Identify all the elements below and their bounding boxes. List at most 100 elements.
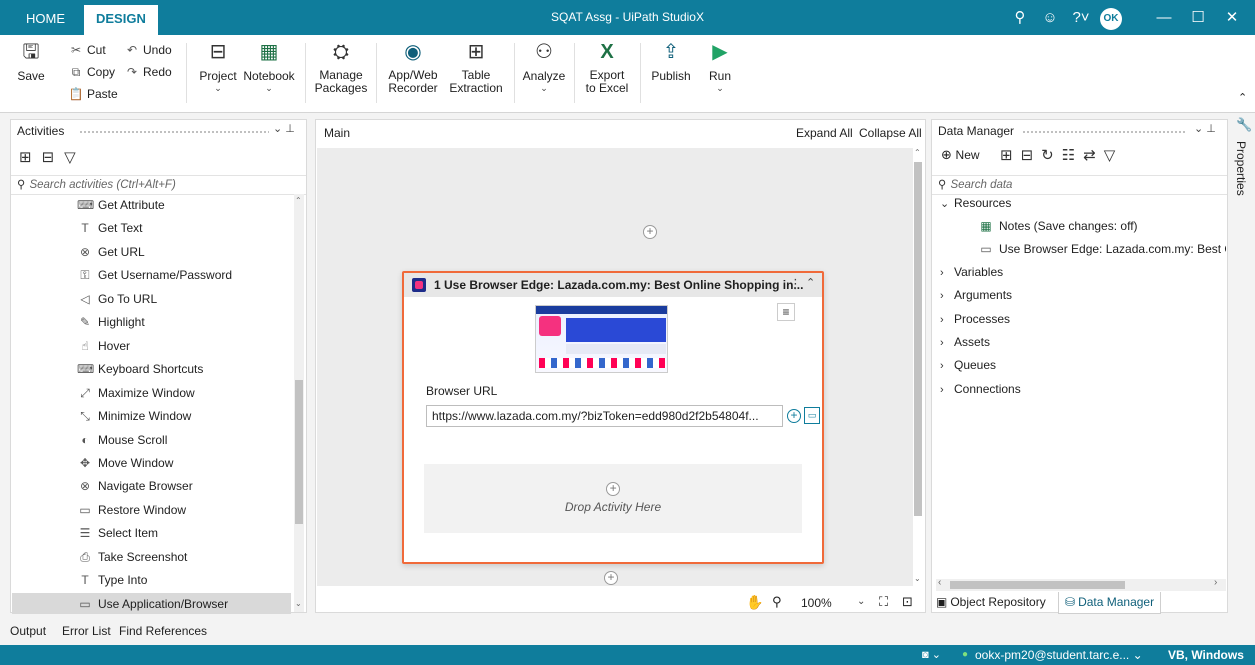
collapse-ribbon-icon[interactable]: ⌃ [1238,91,1247,104]
tab-error-list[interactable]: Error List [62,624,111,638]
publish-button[interactable]: ⇪ Publish [646,39,696,83]
tree-processes[interactable]: › Processes [940,308,1010,330]
panel-options-icon[interactable]: ⌄ ⊥ [1194,122,1216,135]
tree-resource-notes[interactable]: ▦ Notes (Save changes: off) [978,215,1137,237]
tab-object-repository[interactable]: ▣ Object Repository [936,595,1046,609]
activities-search[interactable]: ⚲ Search activities (Ctrl+Alt+F) [11,175,306,195]
activity-item[interactable]: ◁ Go To URL [77,288,157,310]
run-button[interactable]: ▶ Run ⌄ [704,39,736,93]
activity-item[interactable]: ⤡ Minimize Window [77,405,191,427]
undo-button[interactable]: ↶ Undo [124,43,172,57]
add-activity-icon[interactable]: + [643,225,657,239]
refresh-icon[interactable]: ↻ [1041,147,1062,164]
tree-resource-browser[interactable]: ▭ Use Browser Edge: Lazada.com.my: Best O… [978,238,1226,260]
zoom-level[interactable]: 100% [801,596,832,610]
minimize-icon[interactable]: — [1154,8,1174,28]
close-icon[interactable]: ✕ [1222,8,1242,28]
orchestrator-icon[interactable]: ◙ ⌄ [922,645,941,665]
open-browser-picker-icon[interactable]: ▭ [804,407,820,424]
analyze-button[interactable]: ⚇ Analyze ⌄ [520,39,568,93]
activity-item[interactable]: ✥ Move Window [77,452,173,474]
activity-item[interactable]: ⊗ Get URL [77,241,145,263]
overview-map-icon[interactable]: ⊡ [902,594,913,610]
scroll-up-icon[interactable]: ⌃ [914,148,921,157]
data-search-input[interactable]: Search data [950,179,1012,191]
activity-item[interactable]: ☝ Hover [77,335,130,357]
scroll-right-icon[interactable]: › [1214,577,1217,588]
activity-item[interactable]: ▭ Restore Window [77,499,186,521]
new-data-button[interactable]: ⊕ New [941,147,980,163]
properties-label[interactable]: Properties [1234,141,1248,196]
tab-find-references[interactable]: Find References [119,624,207,638]
designer-tab-main[interactable]: Main [324,126,350,140]
activity-item[interactable]: ⚿ Get Username/Password [77,264,232,286]
activity-item[interactable]: ⤢ Maximize Window [77,382,195,404]
collapse-all-link[interactable]: Collapse All [859,126,922,140]
chevron-down-icon[interactable]: ⌄ [857,596,865,607]
cut-button[interactable]: ✂ Cut [68,43,106,57]
scroll-thumb[interactable] [950,581,1125,589]
expand-all-icon[interactable]: ⊞ [19,149,42,166]
activities-scrollbar[interactable]: ⌃ ⌄ [294,194,304,612]
scroll-thumb[interactable] [914,162,922,516]
activity-item[interactable]: ✎ Highlight [77,311,145,333]
panel-options-icon[interactable]: ⌄ ⊥ [273,122,295,135]
menu-icon[interactable]: ≡ [777,303,795,321]
activity-item[interactable]: ⊗ Navigate Browser [77,475,193,497]
tree-assets[interactable]: › Assets [940,331,990,353]
swap-icon[interactable]: ⇄ [1083,147,1104,164]
add-activity-icon[interactable]: + [606,482,620,496]
scroll-down-icon[interactable]: ⌄ [295,599,302,608]
scroll-down-icon[interactable]: ⌄ [914,574,921,583]
activity-item[interactable]: ⌨ Keyboard Shortcuts [77,358,203,380]
tree-arguments[interactable]: › Arguments [940,284,1012,306]
more-options-icon[interactable]: ⋮ [789,276,802,292]
paste-button[interactable]: 📋 Paste [68,87,118,101]
save-button[interactable]: 🖫 Save [14,39,48,83]
collapse-all-icon[interactable]: ⊟ [42,149,65,166]
copy-button[interactable]: ⧉ Copy [68,65,115,80]
account-status[interactable]: ookx-pm20@student.tarc.e... ⌄ [975,645,1143,665]
activity-item[interactable]: ▭ Use Application/Browser [12,592,291,614]
tab-output[interactable]: Output [10,624,46,638]
activity-item[interactable]: ⎙ Take Screenshot [77,546,187,568]
tab-home[interactable]: HOME [14,5,77,35]
sort-icon[interactable]: ☷ [1062,147,1083,164]
tab-design[interactable]: DESIGN [84,5,158,35]
expand-all-link[interactable]: Expand All [796,126,853,140]
activity-item[interactable]: ☰ Select Item [77,522,158,544]
avatar[interactable]: OK [1100,8,1122,30]
pan-hand-icon[interactable]: ✋ [746,594,763,611]
zoom-icon[interactable]: ⚲ [772,594,782,610]
redo-button[interactable]: ↷ Redo [124,65,172,79]
tab-data-manager[interactable]: ⛁ Data Manager [1058,592,1162,614]
activity-item[interactable]: T Type Into [77,569,147,591]
scroll-up-icon[interactable]: ⌃ [295,196,302,205]
expand-all-icon[interactable]: ⊞ [1000,147,1021,164]
tree-resources[interactable]: ⌄ Resources [940,192,1011,214]
export-to-excel-button[interactable]: X Export to Excel [582,39,632,95]
tree-queues[interactable]: › Queues [940,354,996,376]
filter-icon[interactable]: ▽ [1104,147,1124,164]
activity-item[interactable]: T Get Text [77,217,142,239]
search-icon[interactable]: ⚲ [1010,8,1030,28]
project-button[interactable]: ⊟ Project ⌄ [196,39,240,93]
app-web-recorder-button[interactable]: ◉ App/Web Recorder [384,39,442,95]
collapse-card-icon[interactable]: ⌃ [806,276,815,289]
add-activity-icon[interactable]: + [604,571,618,585]
tree-variables[interactable]: › Variables [940,261,1003,283]
scroll-left-icon[interactable]: ‹ [938,577,941,588]
fit-to-screen-icon[interactable]: ⛶ [879,594,888,610]
card-header[interactable]: 1 Use Browser Edge: Lazada.com.my: Best … [404,273,822,297]
data-manager-hscrollbar[interactable]: ‹ › [936,577,1226,591]
manage-packages-button[interactable]: ⛭ Manage Packages [312,39,370,95]
tree-connections[interactable]: › Connections [940,378,1021,400]
collapse-all-icon[interactable]: ⊟ [1021,147,1042,164]
activity-item[interactable]: ⌨ Get Attribute [77,194,165,216]
activities-search-input[interactable]: Search activities (Ctrl+Alt+F) [29,179,175,191]
maximize-icon[interactable]: ☐ [1188,8,1208,28]
scroll-thumb[interactable] [295,380,303,524]
filter-icon[interactable]: ▽ [64,149,86,166]
drop-activity-zone[interactable]: + Drop Activity Here [424,464,802,533]
activity-item[interactable]: ◐ Mouse Scroll [77,429,167,451]
